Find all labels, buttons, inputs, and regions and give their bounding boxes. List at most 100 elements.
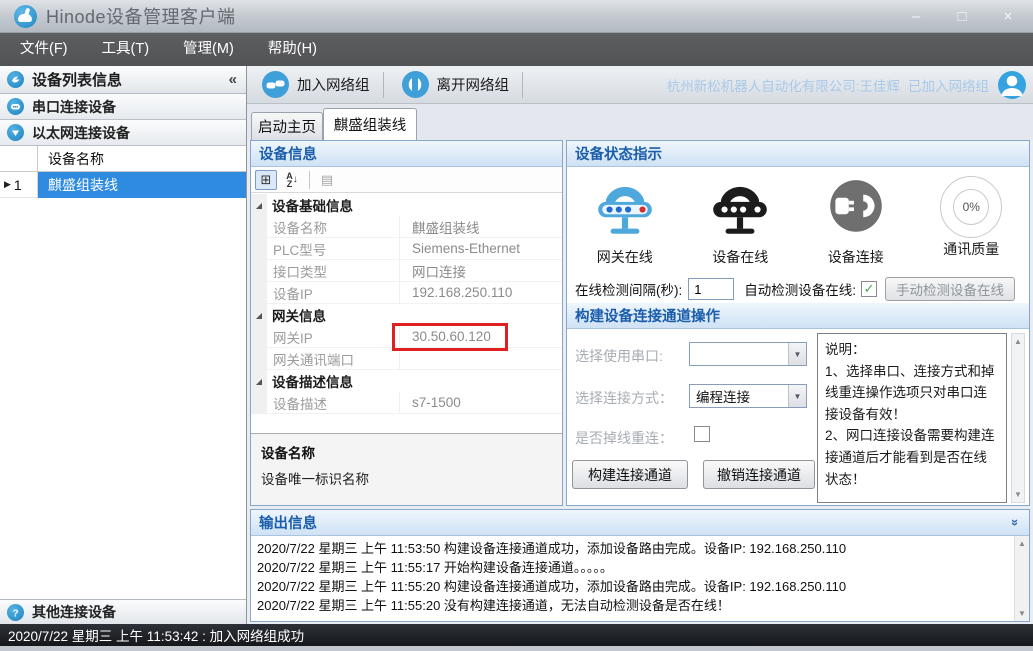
- button-label: 离开网络组: [437, 74, 510, 95]
- device-name-cell[interactable]: 麒盛组装线: [38, 172, 246, 198]
- property-row[interactable]: 接口类型网口连接: [251, 260, 562, 282]
- scroll-up-icon[interactable]: ▲: [1012, 337, 1024, 346]
- channel-header: 构建设备连接通道操作: [567, 303, 1029, 329]
- note-line: 说明：: [825, 339, 999, 361]
- maximize-button[interactable]: □: [947, 8, 977, 25]
- interval-input[interactable]: [688, 278, 734, 300]
- output-collapse-icon[interactable]: »: [1008, 519, 1023, 526]
- row-gutter: [251, 238, 267, 260]
- device-table-row[interactable]: ▶ 1 麒盛组装线: [0, 172, 246, 198]
- menu-bar: 文件(F)工具(T)管理(M)帮助(H): [0, 33, 1033, 66]
- scroll-down-icon[interactable]: ▼: [1012, 490, 1024, 499]
- row-marker-icon: ▶: [4, 179, 11, 190]
- property-pages-icon: ▤: [316, 170, 338, 190]
- tab-home[interactable]: 启动主页: [251, 112, 323, 140]
- category-expander-icon[interactable]: ◢: [251, 370, 267, 392]
- scroll-down-icon[interactable]: ▼: [1015, 609, 1029, 618]
- window-controls: – □ ×: [901, 0, 1023, 33]
- join-network-group-button[interactable]: 加入网络组: [251, 69, 380, 101]
- sidebar-item-other-devices[interactable]: ? 其他连接设备: [0, 599, 246, 624]
- connect-mode-select[interactable]: 编程连接 ▼: [689, 384, 807, 408]
- category-name: 设备基础信息: [267, 195, 353, 215]
- property-value[interactable]: 麒盛组装线: [399, 216, 562, 238]
- indicator-label: 设备连接: [798, 247, 914, 267]
- minimize-button[interactable]: –: [901, 8, 931, 25]
- output-title: 输出信息: [259, 512, 317, 533]
- serial-port-label: 选择使用串口:: [575, 346, 663, 366]
- note-scrollbar[interactable]: ▲ ▼: [1011, 333, 1025, 503]
- property-row[interactable]: 网关通讯端口: [251, 348, 562, 370]
- dropdown-arrow-icon[interactable]: ▼: [788, 343, 806, 365]
- dropdown-arrow-icon[interactable]: ▼: [788, 385, 806, 407]
- window-title: Hinode设备管理客户端: [46, 3, 236, 29]
- property-row[interactable]: 设备IP192.168.250.110: [251, 282, 562, 304]
- property-value[interactable]: Siemens-Ethernet: [399, 238, 562, 260]
- property-row[interactable]: 设备名称麒盛组装线: [251, 216, 562, 238]
- toolbar-user-area: 杭州新松机器人自动化有限公司:王佳辉 已加入网络组: [667, 70, 1033, 100]
- property-label: 网关通讯端口: [267, 348, 399, 370]
- toolbar-separator: [522, 72, 523, 98]
- device-status-panel: 设备状态指示 网关在线 设备在线: [566, 140, 1030, 506]
- row-index: 1: [14, 177, 22, 193]
- sidebar-title: 设备列表信息: [32, 69, 122, 90]
- user-avatar-icon[interactable]: [997, 70, 1027, 100]
- build-channel-button[interactable]: 构建连接通道: [572, 460, 688, 489]
- ethernet-device-icon: [7, 124, 24, 141]
- indicator-gateway-online: 网关在线: [567, 167, 683, 273]
- indicator-comm-quality: 0% 通讯质量: [914, 167, 1030, 273]
- log-line: 2020/7/22 星期三 上午 11:55:20 没有构建连接通道，无法自动检…: [257, 596, 1023, 615]
- category-expander-icon[interactable]: ◢: [251, 194, 267, 216]
- selector-column-header: [0, 146, 38, 171]
- sidebar-collapse-icon[interactable]: «: [229, 71, 237, 88]
- output-scrollbar[interactable]: ▲ ▼: [1014, 536, 1029, 621]
- property-value[interactable]: [399, 348, 562, 370]
- log-line: 2020/7/22 星期三 上午 11:55:20 构建设备连接通道成功，添加设…: [257, 577, 1023, 596]
- sidebar-item-ethernet-devices[interactable]: 以太网连接设备: [0, 120, 246, 146]
- device-connect-icon: [823, 175, 889, 241]
- close-button[interactable]: ×: [993, 8, 1023, 25]
- serial-port-select[interactable]: ▼: [689, 342, 807, 366]
- indicator-device-connect: 设备连接: [798, 167, 914, 273]
- alphabetical-sort-icon[interactable]: AZ↓: [281, 170, 303, 190]
- property-value[interactable]: 192.168.250.110: [399, 282, 562, 304]
- output-header: 输出信息 »: [251, 510, 1029, 536]
- property-row[interactable]: 网关IP30.50.60.120: [251, 326, 562, 348]
- property-value[interactable]: 网口连接: [399, 260, 562, 282]
- network-status-text: 已加入网络组: [908, 75, 989, 95]
- menu-item[interactable]: 工具(T): [88, 33, 164, 66]
- reconnect-checkbox[interactable]: [694, 426, 710, 442]
- property-category-row[interactable]: ◢设备描述信息: [251, 370, 562, 392]
- menu-item[interactable]: 文件(F): [6, 33, 82, 66]
- property-grid-toolbar: ⊞ AZ↓ ▤: [251, 167, 562, 193]
- row-gutter: [251, 392, 267, 414]
- property-help-panel: 设备名称 设备唯一标识名称: [251, 433, 562, 505]
- selected-property-description: 设备唯一标识名称: [261, 468, 552, 488]
- menu-item[interactable]: 管理(M): [169, 33, 248, 66]
- categorized-view-icon[interactable]: ⊞: [255, 170, 277, 190]
- sidebar-item-serial-devices[interactable]: 串口连接设备: [0, 94, 246, 120]
- leave-network-group-button[interactable]: 离开网络组: [391, 69, 520, 101]
- row-gutter: [251, 326, 267, 348]
- auto-detect-checkbox[interactable]: ✓: [861, 281, 877, 297]
- device-online-icon: [707, 175, 773, 241]
- device-info-header: 设备信息: [251, 141, 562, 167]
- leave-network-icon: [401, 70, 430, 99]
- status-bar-text: 2020/7/22 星期三 上午 11:53:42 : 加入网络组成功: [8, 625, 304, 645]
- property-value[interactable]: s7-1500: [399, 392, 562, 414]
- property-category-row[interactable]: ◢设备基础信息: [251, 194, 562, 216]
- property-row[interactable]: PLC型号Siemens-Ethernet: [251, 238, 562, 260]
- property-category-row[interactable]: ◢网关信息: [251, 304, 562, 326]
- selected-property-name: 设备名称: [261, 442, 552, 462]
- category-expander-icon[interactable]: ◢: [251, 304, 267, 326]
- property-value[interactable]: 30.50.60.120: [399, 326, 562, 348]
- indicator-label: 设备在线: [683, 247, 799, 267]
- tab-strip: 启动主页 麒盛组装线: [247, 104, 1033, 140]
- property-row[interactable]: 设备描述s7-1500: [251, 392, 562, 414]
- log-lines: 2020/7/22 星期三 上午 11:53:50 构建设备连接通道成功，添加设…: [257, 539, 1023, 615]
- tab-device[interactable]: 麒盛组装线: [323, 108, 417, 140]
- menu-item[interactable]: 帮助(H): [254, 33, 331, 66]
- scroll-up-icon[interactable]: ▲: [1015, 539, 1029, 548]
- manual-detect-button[interactable]: 手动检测设备在线: [885, 277, 1015, 301]
- revoke-channel-button[interactable]: 撤销连接通道: [703, 460, 815, 489]
- detect-settings-row: 在线检测间隔(秒): 自动检测设备在线: ✓ 手动检测设备在线: [567, 275, 1029, 303]
